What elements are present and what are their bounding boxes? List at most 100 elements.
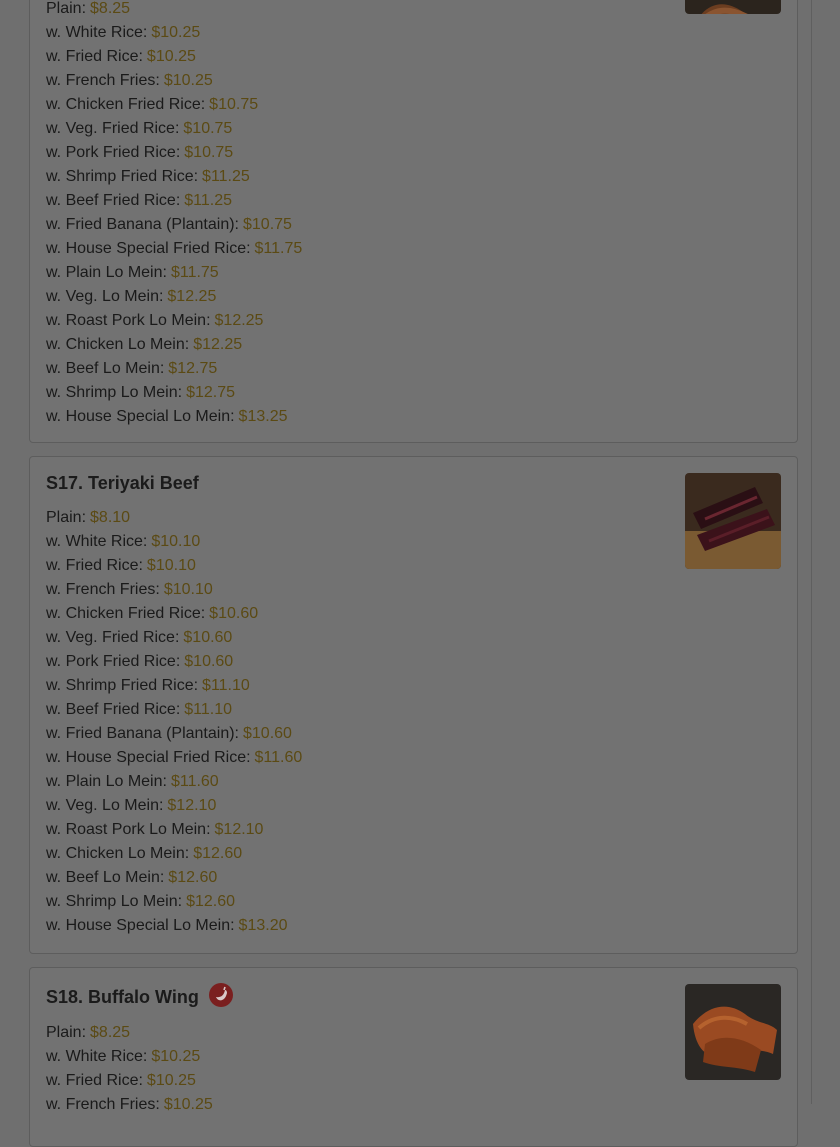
option-price: $12.75 — [168, 360, 218, 377]
option-price: $12.60 — [168, 869, 218, 886]
option-price: $10.25 — [151, 1048, 201, 1065]
option-label: w. Fried Rice: — [46, 557, 143, 574]
option-price: $10.10 — [146, 557, 196, 574]
price-row: w. House Special Fried Rice: $11.75 — [46, 237, 302, 261]
option-price: $11.75 — [170, 264, 219, 281]
option-label: w. Shrimp Fried Rice: — [46, 168, 199, 185]
price-row: Plain: $8.25 — [46, 1021, 213, 1045]
price-row: w. White Rice: $10.10 — [46, 530, 302, 554]
option-label: w. Pork Fried Rice: — [46, 144, 181, 161]
option-label: w. Chicken Lo Mein: — [46, 336, 190, 353]
option-price: $10.10 — [163, 581, 213, 598]
price-row: w. Veg. Lo Mein: $12.25 — [46, 285, 302, 309]
price-row: w. Fried Banana (Plantain): $10.60 — [46, 722, 302, 746]
option-price: $10.75 — [209, 96, 259, 113]
option-price: $10.10 — [151, 533, 201, 550]
option-price: $10.60 — [243, 725, 292, 742]
price-row: w. Veg. Fried Rice: $10.75 — [46, 117, 302, 141]
option-label: w. Veg. Fried Rice: — [46, 629, 180, 646]
option-label: w. Fried Rice: — [46, 48, 143, 65]
option-label: w. House Special Lo Mein: — [46, 917, 235, 934]
price-row: w. Beef Fried Rice: $11.25 — [46, 189, 302, 213]
price-row: w. Fried Rice: $10.25 — [46, 45, 302, 69]
option-label: w. French Fries: — [46, 1096, 160, 1113]
menu-scroll-area[interactable]: Plain: $8.25 w. White Rice: $10.25 w. Frie… — [0, 0, 840, 1147]
option-label: w. House Special Fried Rice: — [46, 240, 251, 257]
option-price: $13.20 — [238, 917, 288, 934]
price-row: w. Chicken Fried Rice: $10.60 — [46, 602, 302, 626]
price-row: w. Pork Fried Rice: $10.75 — [46, 141, 302, 165]
price-row: w. White Rice: $10.25 — [46, 1045, 213, 1069]
item-photo[interactable] — [685, 984, 781, 1080]
price-row: w. Plain Lo Mein: $11.75 — [46, 261, 302, 285]
item-photo[interactable] — [685, 473, 781, 569]
price-row: w. Veg. Fried Rice: $10.60 — [46, 626, 302, 650]
option-price: $8.25 — [90, 1024, 131, 1041]
option-price: $12.25 — [193, 336, 243, 353]
price-row: Plain: $8.25 — [46, 0, 302, 21]
menu-item-card[interactable]: S18. Buffalo Wing Plain: $8.25 w. White R… — [29, 967, 798, 1147]
option-price: $10.25 — [146, 1072, 196, 1089]
menu-item-card[interactable]: S17. Teriyaki Beef Plain: $8.10 w. White … — [29, 456, 798, 954]
price-row: w. House Special Fried Rice: $11.60 — [46, 746, 302, 770]
price-row: w. Fried Rice: $10.25 — [46, 1069, 213, 1093]
option-label: w. White Rice: — [46, 1048, 148, 1065]
price-row: w. Pork Fried Rice: $10.60 — [46, 650, 302, 674]
option-price: $12.60 — [186, 893, 235, 910]
option-price: $11.25 — [202, 168, 250, 185]
price-row: w. Veg. Lo Mein: $12.10 — [46, 794, 302, 818]
price-row: w. Beef Lo Mein: $12.75 — [46, 357, 302, 381]
option-label: w. Pork Fried Rice: — [46, 653, 181, 670]
menu-item-card[interactable]: Plain: $8.25 w. White Rice: $10.25 w. Frie… — [29, 0, 798, 443]
option-label: w. Chicken Fried Rice: — [46, 605, 206, 622]
option-label: w. Shrimp Fried Rice: — [46, 677, 199, 694]
option-label: w. Fried Banana (Plantain): — [46, 216, 239, 233]
option-price: $8.25 — [90, 0, 131, 17]
option-label: w. Chicken Fried Rice: — [46, 96, 206, 113]
option-price: $10.25 — [146, 48, 196, 65]
option-label: Plain: — [46, 0, 87, 17]
teriyaki-beef-photo-icon — [685, 473, 781, 569]
option-price: $11.25 — [184, 192, 233, 209]
option-price: $10.75 — [183, 120, 233, 137]
item-title[interactable]: S17. Teriyaki Beef — [46, 472, 199, 494]
price-row: w. Beef Fried Rice: $11.10 — [46, 698, 302, 722]
option-label: w. Shrimp Lo Mein: — [46, 893, 183, 910]
price-row: w. Chicken Lo Mein: $12.25 — [46, 333, 302, 357]
item-title-row[interactable]: S18. Buffalo Wing — [46, 983, 233, 1008]
option-label: w. House Special Fried Rice: — [46, 749, 251, 766]
content-border-line — [811, 0, 812, 1104]
price-list: Plain: $8.25 w. White Rice: $10.25 w. Frie… — [46, 0, 302, 429]
price-row: w. Shrimp Fried Rice: $11.10 — [46, 674, 302, 698]
item-title: S18. Buffalo Wing — [46, 987, 199, 1007]
wing-photo-icon — [685, 0, 781, 14]
option-label: w. Veg. Fried Rice: — [46, 120, 180, 137]
price-row: w. Fried Banana (Plantain): $10.75 — [46, 213, 302, 237]
option-label: w. Beef Lo Mein: — [46, 869, 165, 886]
option-label: w. Plain Lo Mein: — [46, 773, 167, 790]
option-price: $11.75 — [254, 240, 303, 257]
option-label: w. Plain Lo Mein: — [46, 264, 167, 281]
option-price: $11.60 — [170, 773, 219, 790]
option-label: w. Shrimp Lo Mein: — [46, 384, 183, 401]
option-price: $12.25 — [214, 312, 264, 329]
option-price: $10.60 — [184, 653, 234, 670]
option-price: $13.25 — [238, 408, 288, 425]
price-list: Plain: $8.25 w. White Rice: $10.25 w. Frie… — [46, 1021, 213, 1117]
price-row: w. House Special Lo Mein: $13.25 — [46, 405, 302, 429]
option-label: w. White Rice: — [46, 533, 148, 550]
option-price: $10.25 — [151, 24, 201, 41]
option-price: $10.25 — [163, 1096, 213, 1113]
price-row: w. House Special Lo Mein: $13.20 — [46, 914, 302, 938]
option-price: $10.75 — [184, 144, 234, 161]
option-label: w. Beef Fried Rice: — [46, 192, 181, 209]
item-photo[interactable] — [685, 0, 781, 14]
price-row: w. French Fries: $10.10 — [46, 578, 302, 602]
option-price: $12.60 — [193, 845, 243, 862]
option-label: w. French Fries: — [46, 581, 160, 598]
option-price: $11.10 — [202, 677, 250, 694]
option-price: $8.10 — [90, 509, 131, 526]
option-label: w. White Rice: — [46, 24, 148, 41]
option-price: $10.75 — [243, 216, 292, 233]
price-row: w. Plain Lo Mein: $11.60 — [46, 770, 302, 794]
